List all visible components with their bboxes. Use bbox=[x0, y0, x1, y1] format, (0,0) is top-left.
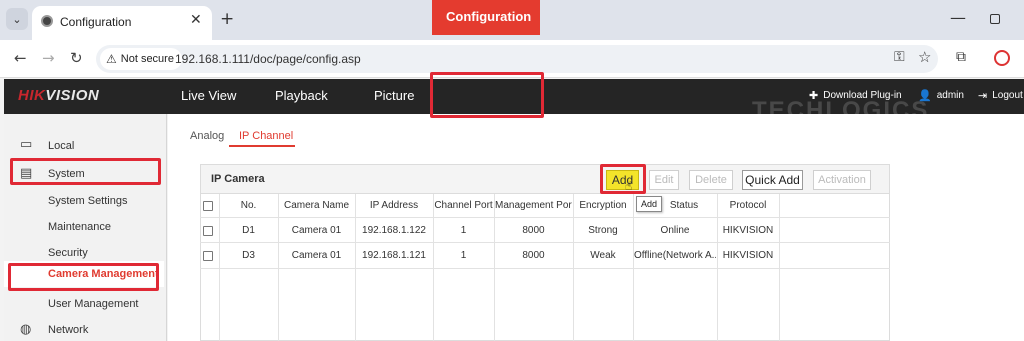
table-cell: Camera 01 bbox=[291, 250, 342, 261]
col-divider bbox=[779, 194, 780, 341]
sidebar-item-system-settings[interactable]: System Settings bbox=[48, 195, 127, 207]
highlight-box-camera-management bbox=[8, 263, 159, 291]
forward-icon[interactable]: → bbox=[42, 49, 55, 67]
highlight-box-system bbox=[10, 158, 161, 185]
sidebar-item-user-management[interactable]: User Management bbox=[48, 298, 139, 310]
col-header-encryption[interactable]: Encryption bbox=[574, 200, 632, 211]
tab-ip-channel[interactable]: IP Channel bbox=[239, 130, 293, 142]
user-menu[interactable]: 👤 admin bbox=[918, 89, 964, 102]
brand-red: HIK bbox=[18, 87, 46, 104]
table-cell: HIKVISION bbox=[722, 250, 774, 261]
warning-icon: ⚠ bbox=[106, 52, 117, 66]
col-header-channel-port[interactable]: Channel Port bbox=[434, 200, 493, 211]
table-cell: HIKVISION bbox=[722, 225, 774, 236]
sidebar-item-local[interactable]: Local bbox=[48, 140, 74, 152]
favicon-icon bbox=[41, 15, 53, 27]
nav-live-view[interactable]: Live View bbox=[181, 88, 236, 103]
highlight-box-configuration bbox=[430, 72, 544, 118]
row-checkbox[interactable] bbox=[203, 251, 213, 261]
col-divider bbox=[494, 194, 495, 341]
panel-title: IP Camera bbox=[211, 173, 265, 185]
col-header-protocol[interactable]: Protocol bbox=[718, 200, 778, 211]
col-divider bbox=[633, 194, 634, 341]
col-divider bbox=[717, 194, 718, 341]
address-bar[interactable]: ⚠ Not secure 192.168.1.111/doc/page/conf… bbox=[96, 45, 938, 73]
table-cell: Weak bbox=[590, 250, 616, 261]
col-header-ip-address[interactable]: IP Address bbox=[356, 200, 432, 211]
hikvision-logo: HIKVISION bbox=[18, 87, 99, 104]
activation-button[interactable]: Activation bbox=[813, 170, 871, 190]
sidebar-item-security[interactable]: Security bbox=[48, 247, 88, 259]
select-all-checkbox[interactable] bbox=[203, 201, 213, 211]
brand-white: VISION bbox=[45, 87, 100, 104]
col-divider bbox=[219, 194, 220, 341]
user-icon: 👤 bbox=[918, 89, 932, 102]
table-cell: 8000 bbox=[522, 225, 545, 236]
table-cell: 1 bbox=[460, 250, 467, 261]
col-header-camera-name[interactable]: Camera Name bbox=[279, 200, 354, 211]
sidebar-item-network[interactable]: Network bbox=[48, 324, 88, 336]
quick-add-button[interactable]: Quick Add bbox=[742, 170, 803, 190]
row-divider bbox=[200, 242, 890, 243]
table-cell: D1 bbox=[242, 225, 255, 236]
url-text[interactable]: 192.168.1.111/doc/page/config.asp bbox=[175, 52, 361, 66]
table-header-divider bbox=[200, 217, 890, 218]
col-divider bbox=[573, 194, 574, 341]
add-tooltip: Add bbox=[636, 196, 662, 212]
tab-analog[interactable]: Analog bbox=[190, 130, 224, 142]
maximize-icon[interactable] bbox=[990, 14, 1000, 24]
logout-link[interactable]: ⇥ Logout bbox=[978, 89, 1023, 102]
nav-picture[interactable]: Picture bbox=[374, 88, 414, 103]
highlight-box-add bbox=[600, 164, 646, 194]
minimize-icon[interactable]: — bbox=[950, 8, 966, 27]
user-label: admin bbox=[936, 90, 964, 101]
monitor-icon: ▭ bbox=[20, 137, 33, 152]
profile-icon[interactable] bbox=[994, 50, 1010, 66]
active-tab-underline bbox=[229, 145, 295, 147]
col-header-management-port[interactable]: Management Port bbox=[495, 200, 572, 211]
new-tab-icon[interactable]: + bbox=[220, 9, 234, 29]
table-cell: 192.168.1.122 bbox=[362, 225, 426, 236]
globe-icon: ◍ bbox=[20, 322, 32, 337]
col-divider bbox=[433, 194, 434, 341]
col-divider bbox=[355, 194, 356, 341]
extensions-icon[interactable]: ⧉ bbox=[956, 49, 966, 65]
sidebar-item-maintenance[interactable]: Maintenance bbox=[48, 221, 111, 233]
col-divider bbox=[278, 194, 279, 341]
browser-tab[interactable]: Configuration ✕ bbox=[32, 6, 212, 40]
delete-button[interactable]: Delete bbox=[689, 170, 733, 190]
back-icon[interactable]: ← bbox=[14, 49, 27, 67]
table-cell: Strong bbox=[588, 225, 618, 236]
table-cell: Online bbox=[660, 225, 690, 236]
tab-search-button[interactable]: ⌄ bbox=[6, 8, 28, 30]
logout-icon: ⇥ bbox=[978, 89, 988, 102]
table-cell: D3 bbox=[242, 250, 255, 261]
table-cell: 192.168.1.121 bbox=[362, 250, 426, 261]
table-cell: 8000 bbox=[522, 250, 545, 261]
col-header-no[interactable]: No. bbox=[220, 200, 277, 211]
download-plugin-label: Download Plug-in bbox=[823, 90, 902, 101]
close-tab-icon[interactable]: ✕ bbox=[190, 12, 202, 28]
puzzle-icon: ✚ bbox=[809, 89, 819, 102]
logout-label: Logout bbox=[992, 90, 1023, 101]
table-cell: Camera 01 bbox=[291, 225, 342, 236]
table-cell: Offline(Network A... bbox=[634, 250, 716, 261]
download-plugin-link[interactable]: ✚ Download Plug-in bbox=[809, 89, 902, 102]
nav-configuration-label: Configuration bbox=[446, 9, 532, 24]
site-info-chip[interactable]: ⚠ Not secure bbox=[100, 48, 182, 70]
bookmark-star-icon[interactable]: ☆ bbox=[918, 48, 931, 66]
row-divider bbox=[200, 268, 890, 269]
not-secure-label: Not secure bbox=[120, 53, 174, 65]
edit-button[interactable]: Edit bbox=[649, 170, 679, 190]
nav-playback[interactable]: Playback bbox=[275, 88, 328, 103]
table-cell: 1 bbox=[460, 225, 467, 236]
row-checkbox[interactable] bbox=[203, 226, 213, 236]
tab-title: Configuration bbox=[60, 15, 132, 29]
reload-icon[interactable]: ↻ bbox=[70, 49, 83, 67]
key-icon[interactable]: ⚿ bbox=[894, 49, 905, 65]
